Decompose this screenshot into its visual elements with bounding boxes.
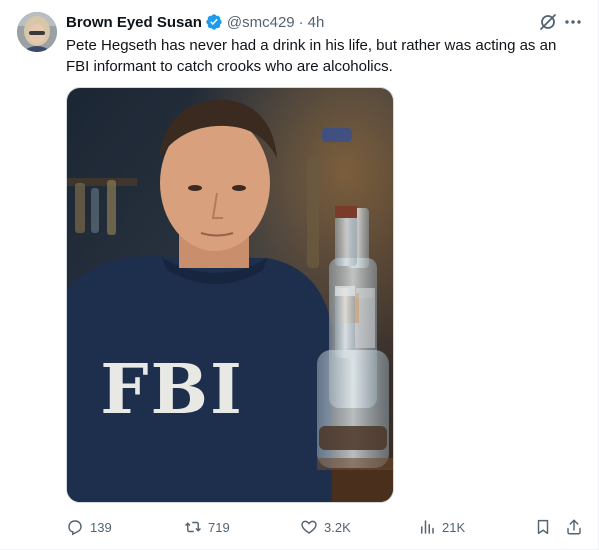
author-name[interactable]: Brown Eyed Susan <box>66 14 202 31</box>
sweater-text: FBI <box>100 350 244 430</box>
share-button[interactable] <box>565 516 583 538</box>
tweet-image[interactable]: FBI <box>66 87 394 503</box>
reply-button[interactable]: 139 <box>66 516 112 538</box>
more-icon[interactable] <box>563 12 583 32</box>
reply-count: 139 <box>90 519 112 535</box>
reply-icon <box>68 520 82 536</box>
tweet-text: Pete Hegseth has never had a drink in hi… <box>66 37 557 75</box>
grok-icon[interactable] <box>538 12 558 32</box>
avatar[interactable] <box>17 12 57 52</box>
views-button[interactable]: 21K <box>418 516 465 538</box>
timestamp[interactable]: 4h <box>308 14 325 31</box>
verified-badge-icon <box>206 14 222 30</box>
repost-icon <box>184 521 202 533</box>
separator-dot: · <box>298 13 304 31</box>
share-icon <box>567 519 581 535</box>
tweet-header: Brown Eyed Susan @smc429 · 4h <box>66 12 324 32</box>
views-icon <box>421 520 434 534</box>
repost-count: 719 <box>208 519 230 535</box>
repost-button[interactable]: 719 <box>184 516 230 538</box>
like-count: 3.2K <box>324 519 351 535</box>
bookmark-button[interactable] <box>534 516 552 538</box>
author-handle[interactable]: @smc429 <box>227 14 295 31</box>
bookmark-icon <box>537 519 549 535</box>
views-count: 21K <box>442 519 466 535</box>
action-bar: 139 719 3.2K 21K <box>0 516 599 538</box>
heart-icon <box>301 520 317 534</box>
like-button[interactable]: 3.2K <box>300 516 351 538</box>
